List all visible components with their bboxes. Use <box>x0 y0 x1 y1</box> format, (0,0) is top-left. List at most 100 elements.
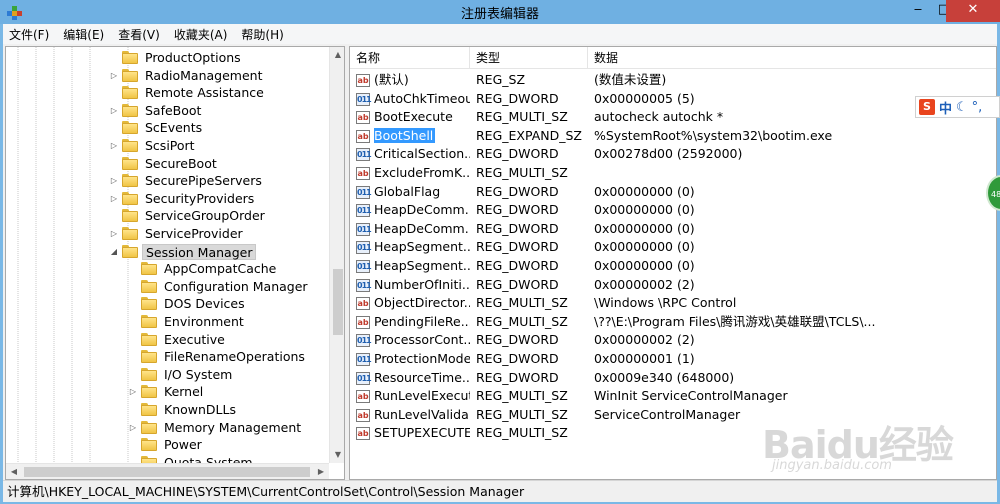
scroll-left-arrow-icon[interactable]: ◀ <box>6 464 22 479</box>
string-value-icon: ab <box>356 297 370 311</box>
collapsed-triangle-icon[interactable]: ▷ <box>109 225 119 243</box>
registry-tree[interactable]: ProductOptions ▷ RadioManagement Remote Ass… <box>5 46 345 480</box>
tree-item[interactable]: ▷ SecurePipeServers <box>6 172 329 190</box>
status-bar: 计算机\HKEY_LOCAL_MACHINE\SYSTEM\CurrentCon… <box>3 480 997 502</box>
value-data: WinInit ServiceControlManager <box>594 388 788 404</box>
value-row[interactable]: 011 NumberOfIniti... REG_DWORD 0x00000002 (… <box>350 276 996 295</box>
tree-item[interactable]: ▷ ScsiPort <box>6 137 329 155</box>
string-value-icon: ab <box>356 74 370 87</box>
value-data: %SystemRoot%\system32\bootim.exe <box>594 127 833 143</box>
tree-vertical-scrollbar[interactable]: ▲ ▼ <box>329 47 344 463</box>
tree-item[interactable]: ▷ Memory Management <box>6 419 329 437</box>
folder-icon <box>122 156 138 170</box>
tree-item-label: Configuration Manager <box>164 278 308 294</box>
column-header-type[interactable]: 类型 <box>470 47 588 69</box>
sogou-ime-logo-icon[interactable]: S <box>919 99 935 115</box>
tree-item-label: Environment <box>164 314 244 329</box>
value-type: REG_MULTI_SZ <box>476 406 568 422</box>
values-list[interactable]: 名称 类型 数据 ab (默认) REG_SZ (数值未设置) 011 AutoChkTi… <box>349 46 997 480</box>
tree-item[interactable]: Power <box>6 436 329 454</box>
value-row[interactable]: ab RunLevelExecute REG_MULTI_SZ WinInit Ser… <box>350 387 996 406</box>
tree-item[interactable]: Environment <box>6 313 329 331</box>
value-row[interactable]: 011 CriticalSection... REG_DWORD 0x00278d00… <box>350 145 996 164</box>
folder-icon <box>141 385 157 399</box>
ime-mode-chinese[interactable]: 中 <box>939 98 952 117</box>
value-row[interactable]: ab (默认) REG_SZ (数值未设置) <box>350 71 996 90</box>
value-row[interactable]: 011 HeapDeComm... REG_DWORD 0x00000000 (0) <box>350 201 996 220</box>
menu-view[interactable]: 查看(V) <box>112 26 166 43</box>
value-row[interactable]: 011 ResourceTime... REG_DWORD 0x0009e340 (6… <box>350 369 996 388</box>
value-type: REG_SZ <box>476 72 526 87</box>
scroll-right-arrow-icon[interactable]: ▶ <box>313 464 329 479</box>
ime-punctuation-toggle[interactable]: °, <box>972 100 983 115</box>
tree-item[interactable]: Executive <box>6 331 329 349</box>
value-row[interactable]: 011 ProcessorCont... REG_DWORD 0x00000002 (… <box>350 331 996 350</box>
string-value-icon: ab <box>356 408 370 422</box>
value-row[interactable]: ab RunLevelValida... REG_MULTI_SZ ServiceCo… <box>350 406 996 425</box>
close-button[interactable]: ✕ <box>946 0 1000 22</box>
binary-value-icon: 011 <box>356 222 372 236</box>
tree-item[interactable]: FileRenameOperations <box>6 348 329 366</box>
value-row[interactable]: ab ExcludeFromK... REG_MULTI_SZ <box>350 164 996 183</box>
value-row[interactable]: 011 ProtectionMode REG_DWORD 0x00000001 (1) <box>350 350 996 369</box>
column-header-name[interactable]: 名称 <box>350 47 470 69</box>
menu-help[interactable]: 帮助(H) <box>235 26 289 43</box>
value-row[interactable]: ab BootShell REG_EXPAND_SZ %SystemRoot%\sys… <box>350 127 996 146</box>
value-row[interactable]: ab ObjectDirector... REG_MULTI_SZ \Windows … <box>350 294 996 313</box>
expanded-triangle-icon[interactable]: ◢ <box>109 243 119 261</box>
tree-item[interactable]: ▷ SafeBoot <box>6 102 329 120</box>
scroll-up-arrow-icon[interactable]: ▲ <box>330 47 344 63</box>
tree-item[interactable]: ▷ RadioManagement <box>6 67 329 85</box>
menu-file[interactable]: 文件(F) <box>3 26 55 43</box>
value-type: REG_MULTI_SZ <box>476 295 568 311</box>
value-row[interactable]: 011 HeapSegment... REG_DWORD 0x00000000 (0) <box>350 257 996 276</box>
collapsed-triangle-icon[interactable]: ▷ <box>109 172 119 190</box>
tree-item[interactable]: ◢ Session Manager <box>6 243 329 261</box>
value-row[interactable]: 011 HeapSegment... REG_DWORD 0x00000000 (0) <box>350 238 996 257</box>
menu-favorites[interactable]: 收藏夹(A) <box>168 26 234 43</box>
tree-item[interactable]: ServiceGroupOrder <box>6 207 329 225</box>
tree-vscroll-thumb[interactable] <box>333 269 343 335</box>
value-row[interactable]: 011 HeapDeComm... REG_DWORD 0x00000000 (0) <box>350 220 996 239</box>
collapsed-triangle-icon[interactable]: ▷ <box>128 419 138 437</box>
collapsed-triangle-icon[interactable]: ▷ <box>128 383 138 401</box>
binary-value-icon: 011 <box>356 204 372 218</box>
tree-item[interactable]: SecureBoot <box>6 155 329 173</box>
tree-item[interactable]: AppCompatCache <box>6 260 329 278</box>
tree-item-label: I/O System <box>164 366 233 382</box>
value-row[interactable]: 011 GlobalFlag REG_DWORD 0x00000000 (0) <box>350 183 996 202</box>
value-name: ObjectDirector... <box>374 295 470 311</box>
ime-toolbar[interactable]: S 中 ☾ °, <box>915 96 1000 118</box>
tree-item[interactable]: Configuration Manager <box>6 278 329 296</box>
collapsed-triangle-icon[interactable]: ▷ <box>109 190 119 208</box>
ime-halfwidth-moon-icon[interactable]: ☾ <box>956 100 968 115</box>
value-row[interactable]: ab SETUPEXECUTE REG_MULTI_SZ <box>350 424 996 443</box>
tree-item[interactable]: I/O System <box>6 366 329 384</box>
value-row[interactable]: 011 AutoChkTimeout REG_DWORD 0x00000005 (5) <box>350 90 996 109</box>
value-row[interactable]: ab PendingFileRe... REG_MULTI_SZ \??\E:\Pro… <box>350 313 996 332</box>
collapsed-triangle-icon[interactable]: ▷ <box>109 67 119 85</box>
value-type: REG_DWORD <box>476 90 559 106</box>
collapsed-triangle-icon[interactable]: ▷ <box>109 102 119 120</box>
tree-item[interactable]: DOS Devices <box>6 295 329 313</box>
tree-hscroll-thumb[interactable] <box>24 467 310 477</box>
tree-item[interactable]: ▷ SecurityProviders <box>6 190 329 208</box>
tree-item-label: FileRenameOperations <box>164 349 305 365</box>
tree-item[interactable]: ProductOptions <box>6 49 329 67</box>
menu-bar: 文件(F) 编辑(E) 查看(V) 收藏夹(A) 帮助(H) <box>3 24 997 44</box>
tree-item[interactable]: ▷ Kernel <box>6 383 329 401</box>
menu-edit[interactable]: 编辑(E) <box>57 26 110 43</box>
tree-item[interactable]: ▷ ServiceProvider <box>6 225 329 243</box>
value-type: REG_DWORD <box>476 220 559 236</box>
tree-horizontal-scrollbar[interactable]: ◀ ▶ <box>6 463 329 479</box>
value-row[interactable]: ab BootExecute REG_MULTI_SZ autocheck autoc… <box>350 108 996 127</box>
value-type: REG_MULTI_SZ <box>476 388 568 404</box>
scroll-down-arrow-icon[interactable]: ▼ <box>330 447 344 463</box>
column-header-data[interactable]: 数据 <box>588 47 996 69</box>
tree-item[interactable]: Remote Assistance <box>6 84 329 102</box>
folder-icon <box>141 438 157 452</box>
tree-item-label: SecurePipeServers <box>145 173 262 189</box>
collapsed-triangle-icon[interactable]: ▷ <box>109 137 119 155</box>
tree-item[interactable]: ScEvents <box>6 119 329 137</box>
tree-item[interactable]: KnownDLLs <box>6 401 329 419</box>
